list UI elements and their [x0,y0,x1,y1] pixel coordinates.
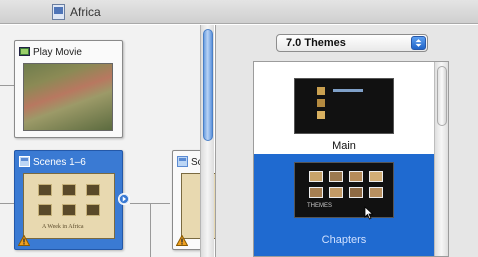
canvas-scrollbar[interactable] [200,25,214,257]
scene-cell [86,204,100,216]
theme-label: Main [332,140,356,152]
thumb-photo [309,187,323,198]
thumb-photo [329,171,343,182]
movie-icon [19,47,30,56]
document-icon [52,4,65,20]
connector-line [150,203,151,257]
theme-thumbnail: THEMES [294,162,394,218]
warning-icon [176,235,188,246]
expand-arrow-icon[interactable] [118,193,130,205]
themes-popup[interactable]: 7.0 Themes [276,34,428,52]
scene-cell [62,204,76,216]
canvas-scroll-thumb[interactable] [203,29,213,141]
scenes-node[interactable]: Scenes 1–6 A Week in Africa [14,150,123,250]
scene-cell [86,184,100,196]
thumb-photo [349,187,363,198]
node-label: Scenes 1–6 [33,157,86,168]
thumb-photo [349,171,363,182]
node-label: Play Movie [33,47,82,58]
scene-cell [38,184,52,196]
themes-list-scroll-thumb[interactable] [437,66,447,126]
connector-line [0,85,14,86]
window-title: Africa [70,5,101,19]
popup-arrows-icon [411,36,426,50]
thumb-text-line [333,89,363,92]
menu-caption: A Week in Africa [42,224,84,230]
title-bar: Africa [0,0,478,24]
menu-icon [177,156,188,167]
thumb-photo [369,171,383,182]
thumb-photo [317,87,325,95]
themes-list-scrollbar[interactable] [434,62,448,256]
themes-pane: 7.0 Themes Main THEMES Chapters [215,25,478,257]
scenes-thumbnail: A Week in Africa [23,173,115,239]
movie-thumbnail [23,63,113,131]
themes-list[interactable]: Main THEMES Chapters [253,61,449,257]
mouse-cursor-icon [364,206,374,220]
thumb-title: THEMES [307,203,333,209]
scene-cell [62,184,76,196]
theme-item-main[interactable]: Main [254,62,434,154]
thumb-photo [317,99,325,107]
menu-icon [19,156,30,167]
play-movie-node[interactable]: Play Movie [14,40,123,138]
project-map-canvas[interactable]: Play Movie Scenes 1–6 A Week in Africa S… [0,25,221,257]
thumb-photo [329,187,343,198]
theme-item-chapters[interactable]: THEMES Chapters [254,154,434,256]
thumb-photo [309,171,323,182]
theme-label: Chapters [321,234,367,246]
thumb-photo [369,187,383,198]
theme-thumbnail [294,78,394,134]
connector-line [0,203,14,204]
warning-icon [18,235,30,246]
themes-popup-label: 7.0 Themes [286,37,346,49]
scene-cell [38,204,52,216]
thumb-photo [317,111,325,119]
